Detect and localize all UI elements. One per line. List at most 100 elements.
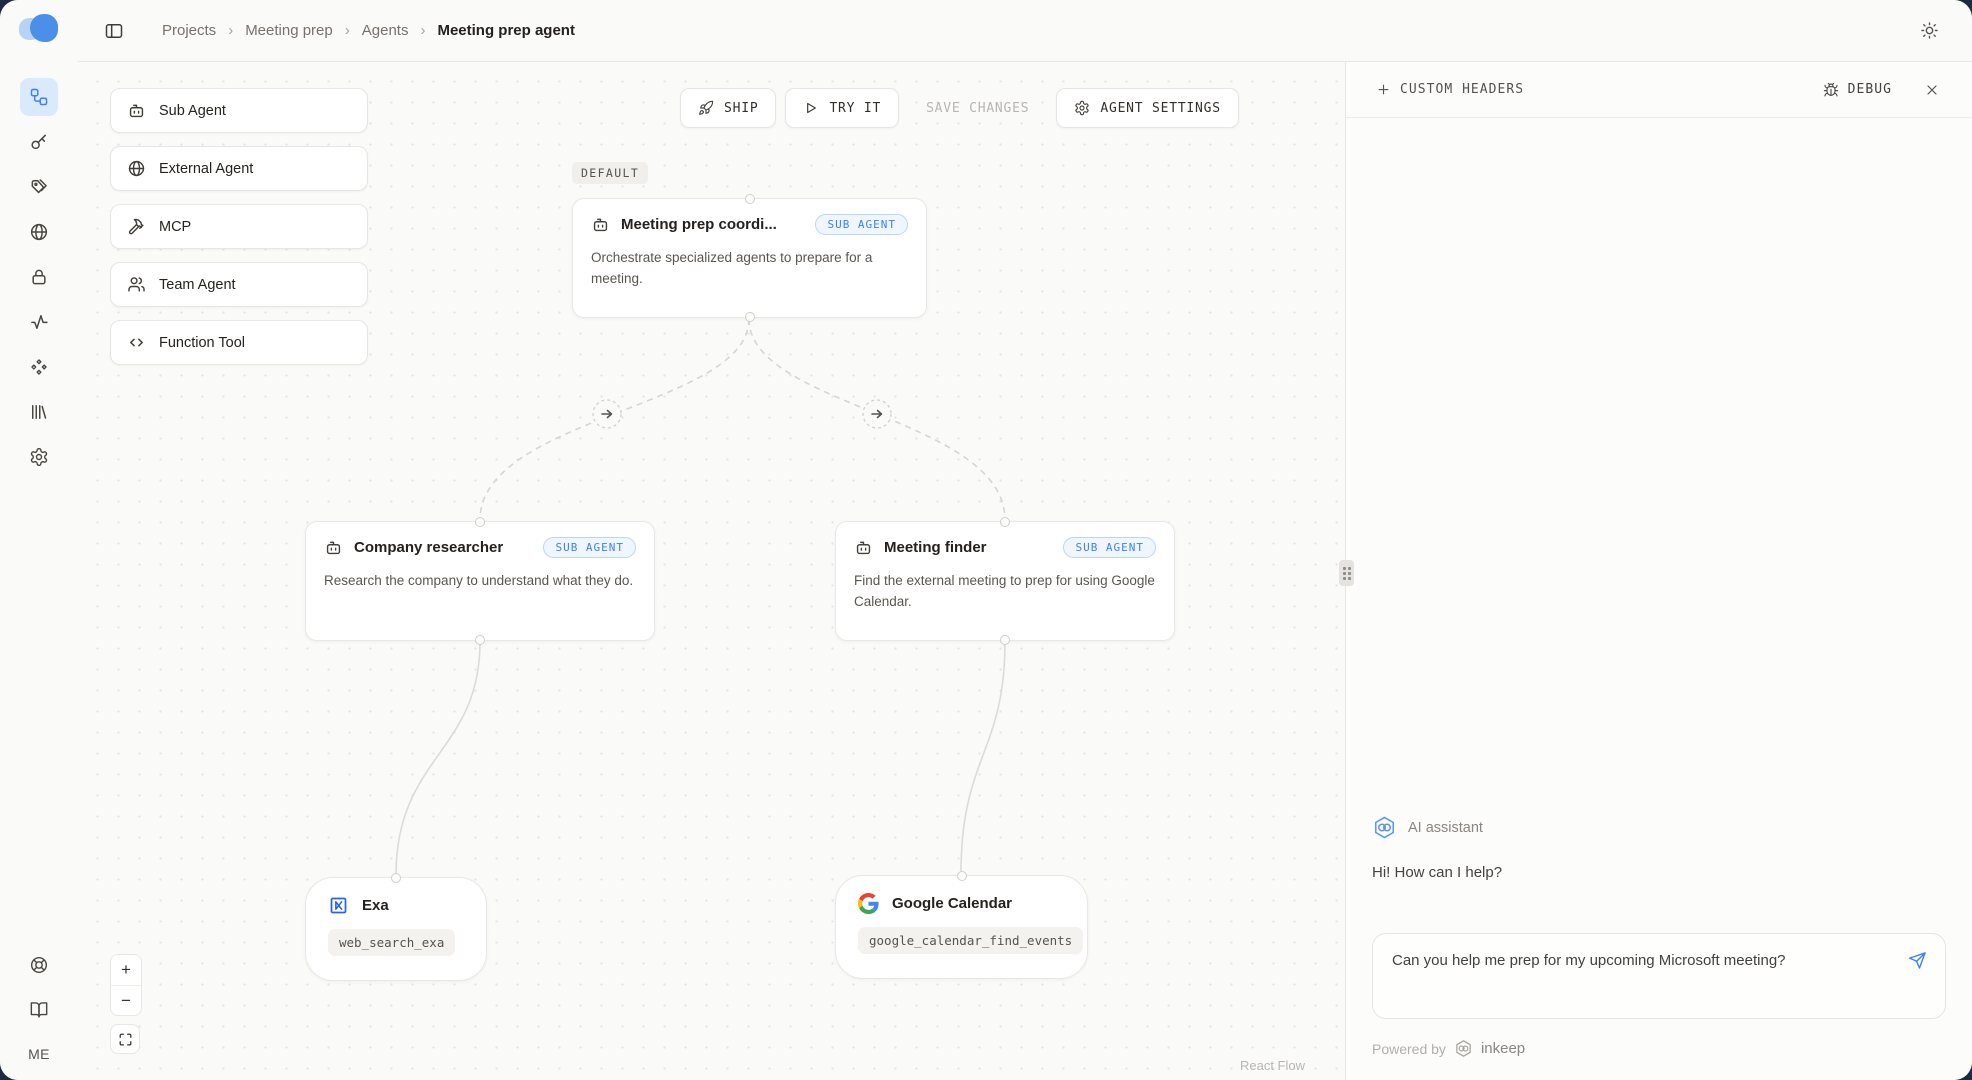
sidebar-item-credentials[interactable] [20, 258, 58, 296]
components-icon [29, 357, 49, 377]
arrow-right-icon [872, 411, 882, 418]
sidebar-item-library[interactable] [20, 393, 58, 431]
sidebar-item-graph[interactable] [20, 78, 58, 116]
book-open-icon [29, 1000, 49, 1020]
node-handle[interactable] [745, 194, 755, 204]
agent-settings-label: AGENT SETTINGS [1100, 101, 1221, 116]
try-it-button[interactable]: TRY IT [785, 88, 899, 128]
sidebar-toggle-button[interactable] [96, 13, 132, 49]
node-google-calendar-tool[interactable]: Google Calendar google_calendar_find_eve… [835, 875, 1088, 979]
sidebar-item-components[interactable] [20, 348, 58, 386]
breadcrumb-agents[interactable]: Agents [362, 22, 409, 39]
debug-label: DEBUG [1848, 82, 1892, 97]
zoom-out-button[interactable]: − [111, 985, 141, 1015]
users-icon [127, 275, 146, 294]
bug-icon [1823, 82, 1839, 98]
panel-left-icon [104, 21, 124, 41]
panel-resize-handle[interactable] [1339, 560, 1354, 586]
chat-scroll-area [1346, 118, 1972, 815]
theme-toggle-button[interactable] [1912, 14, 1946, 48]
sidebar-item-tags[interactable] [20, 168, 58, 206]
node-company-researcher[interactable]: Company researcher SUB AGENT Research th… [305, 521, 655, 641]
bot-icon [591, 215, 610, 234]
node-handle[interactable] [391, 873, 401, 883]
send-button[interactable] [1904, 947, 1930, 973]
sun-icon [1920, 21, 1939, 40]
node-handle[interactable] [475, 635, 485, 645]
canvas-toolbar: SHIP TRY IT SAVE CHANGES AGENT SETTINGS [680, 88, 1239, 128]
palette-item-label: External Agent [159, 161, 253, 177]
send-icon [1908, 951, 1927, 970]
palette-item-sub-agent[interactable]: Sub Agent [110, 88, 368, 133]
node-handle[interactable] [1000, 635, 1010, 645]
bot-icon [127, 101, 146, 120]
inkeep-logo[interactable] [19, 14, 59, 44]
palette-item-label: Team Agent [159, 277, 236, 293]
breadcrumb-projects[interactable]: Projects [162, 22, 216, 39]
activity-icon [29, 312, 49, 332]
edge-arrow-badge[interactable] [863, 400, 891, 428]
powered-by-label: Powered by [1372, 1041, 1446, 1057]
node-exa-tool[interactable]: Exa web_search_exa [305, 877, 487, 981]
breadcrumb-current-page: Meeting prep agent [437, 22, 575, 39]
react-flow-attribution[interactable]: React Flow [1240, 1058, 1305, 1073]
app-window: ME Projects › Meeting prep › Agents › Me… [0, 0, 1972, 1080]
sidebar-item-external[interactable] [20, 213, 58, 251]
breadcrumb-meeting-prep[interactable]: Meeting prep [245, 22, 333, 39]
sidebar-item-settings[interactable] [20, 438, 58, 476]
tags-icon [29, 177, 49, 197]
powered-by[interactable]: Powered by inkeep [1372, 1039, 1946, 1058]
user-avatar[interactable]: ME [28, 1046, 50, 1062]
globe-icon [127, 159, 146, 178]
tool-id-tag: web_search_exa [328, 929, 455, 956]
assistant-message: Hi! How can I help? [1372, 864, 1946, 881]
node-meeting-prep-coordinator[interactable]: Meeting prep coordi... SUB AGENT Orchest… [572, 198, 927, 318]
node-handle[interactable] [1000, 517, 1010, 527]
edge-arrow-badge[interactable] [593, 400, 621, 428]
chat-input[interactable]: Can you help me prep for my upcoming Mic… [1372, 933, 1946, 1019]
tool-title: Exa [362, 897, 389, 914]
assistant-header: AI assistant [1372, 815, 1946, 840]
tool-id-tag: google_calendar_find_events [858, 927, 1083, 954]
workflow-icon [29, 87, 49, 107]
brand-name: inkeep [1481, 1040, 1525, 1057]
tool-title: Google Calendar [892, 895, 1012, 912]
default-marker: DEFAULT [572, 162, 648, 184]
sub-agent-badge: SUB AGENT [1063, 537, 1156, 558]
palette-item-mcp[interactable]: MCP [110, 204, 368, 249]
node-handle[interactable] [475, 517, 485, 527]
node-title: Company researcher [354, 539, 532, 556]
fit-view-button[interactable] [110, 1024, 140, 1054]
custom-headers-button[interactable]: CUSTOM HEADERS [1376, 82, 1524, 97]
palette-item-function-tool[interactable]: Function Tool [110, 320, 368, 365]
breadcrumb-separator: › [228, 22, 233, 39]
zoom-in-button[interactable]: + [111, 955, 141, 985]
ship-label: SHIP [724, 101, 758, 116]
bot-icon [854, 538, 873, 557]
palette-item-team-agent[interactable]: Team Agent [110, 262, 368, 307]
node-handle[interactable] [745, 312, 755, 322]
sidebar-item-activity[interactable] [20, 303, 58, 341]
agent-settings-button[interactable]: AGENT SETTINGS [1056, 88, 1239, 128]
node-meeting-finder[interactable]: Meeting finder SUB AGENT Find the extern… [835, 521, 1175, 641]
life-buoy-icon [29, 955, 49, 975]
palette-item-label: MCP [159, 219, 191, 235]
close-panel-button[interactable] [1918, 76, 1946, 104]
try-it-label: TRY IT [829, 101, 881, 116]
lock-icon [29, 267, 49, 287]
palette-item-label: Sub Agent [159, 103, 226, 119]
sidebar-item-help[interactable] [20, 946, 58, 984]
sidebar-item-docs[interactable] [20, 991, 58, 1029]
arrow-right-icon [602, 411, 612, 418]
chat-section: AI assistant Hi! How can I help? Can you… [1346, 815, 1972, 1080]
ship-button[interactable]: SHIP [680, 88, 776, 128]
flow-canvas[interactable]: SHIP TRY IT SAVE CHANGES AGENT SETTINGS … [78, 62, 1346, 1080]
save-changes-button[interactable]: SAVE CHANGES [908, 88, 1047, 128]
debug-button[interactable]: DEBUG [1823, 82, 1892, 98]
custom-headers-label: CUSTOM HEADERS [1400, 82, 1524, 97]
ai-assistant-icon [1372, 815, 1397, 840]
play-icon [803, 100, 819, 116]
node-handle[interactable] [957, 871, 967, 881]
palette-item-external-agent[interactable]: External Agent [110, 146, 368, 191]
sidebar-item-api-keys[interactable] [20, 123, 58, 161]
